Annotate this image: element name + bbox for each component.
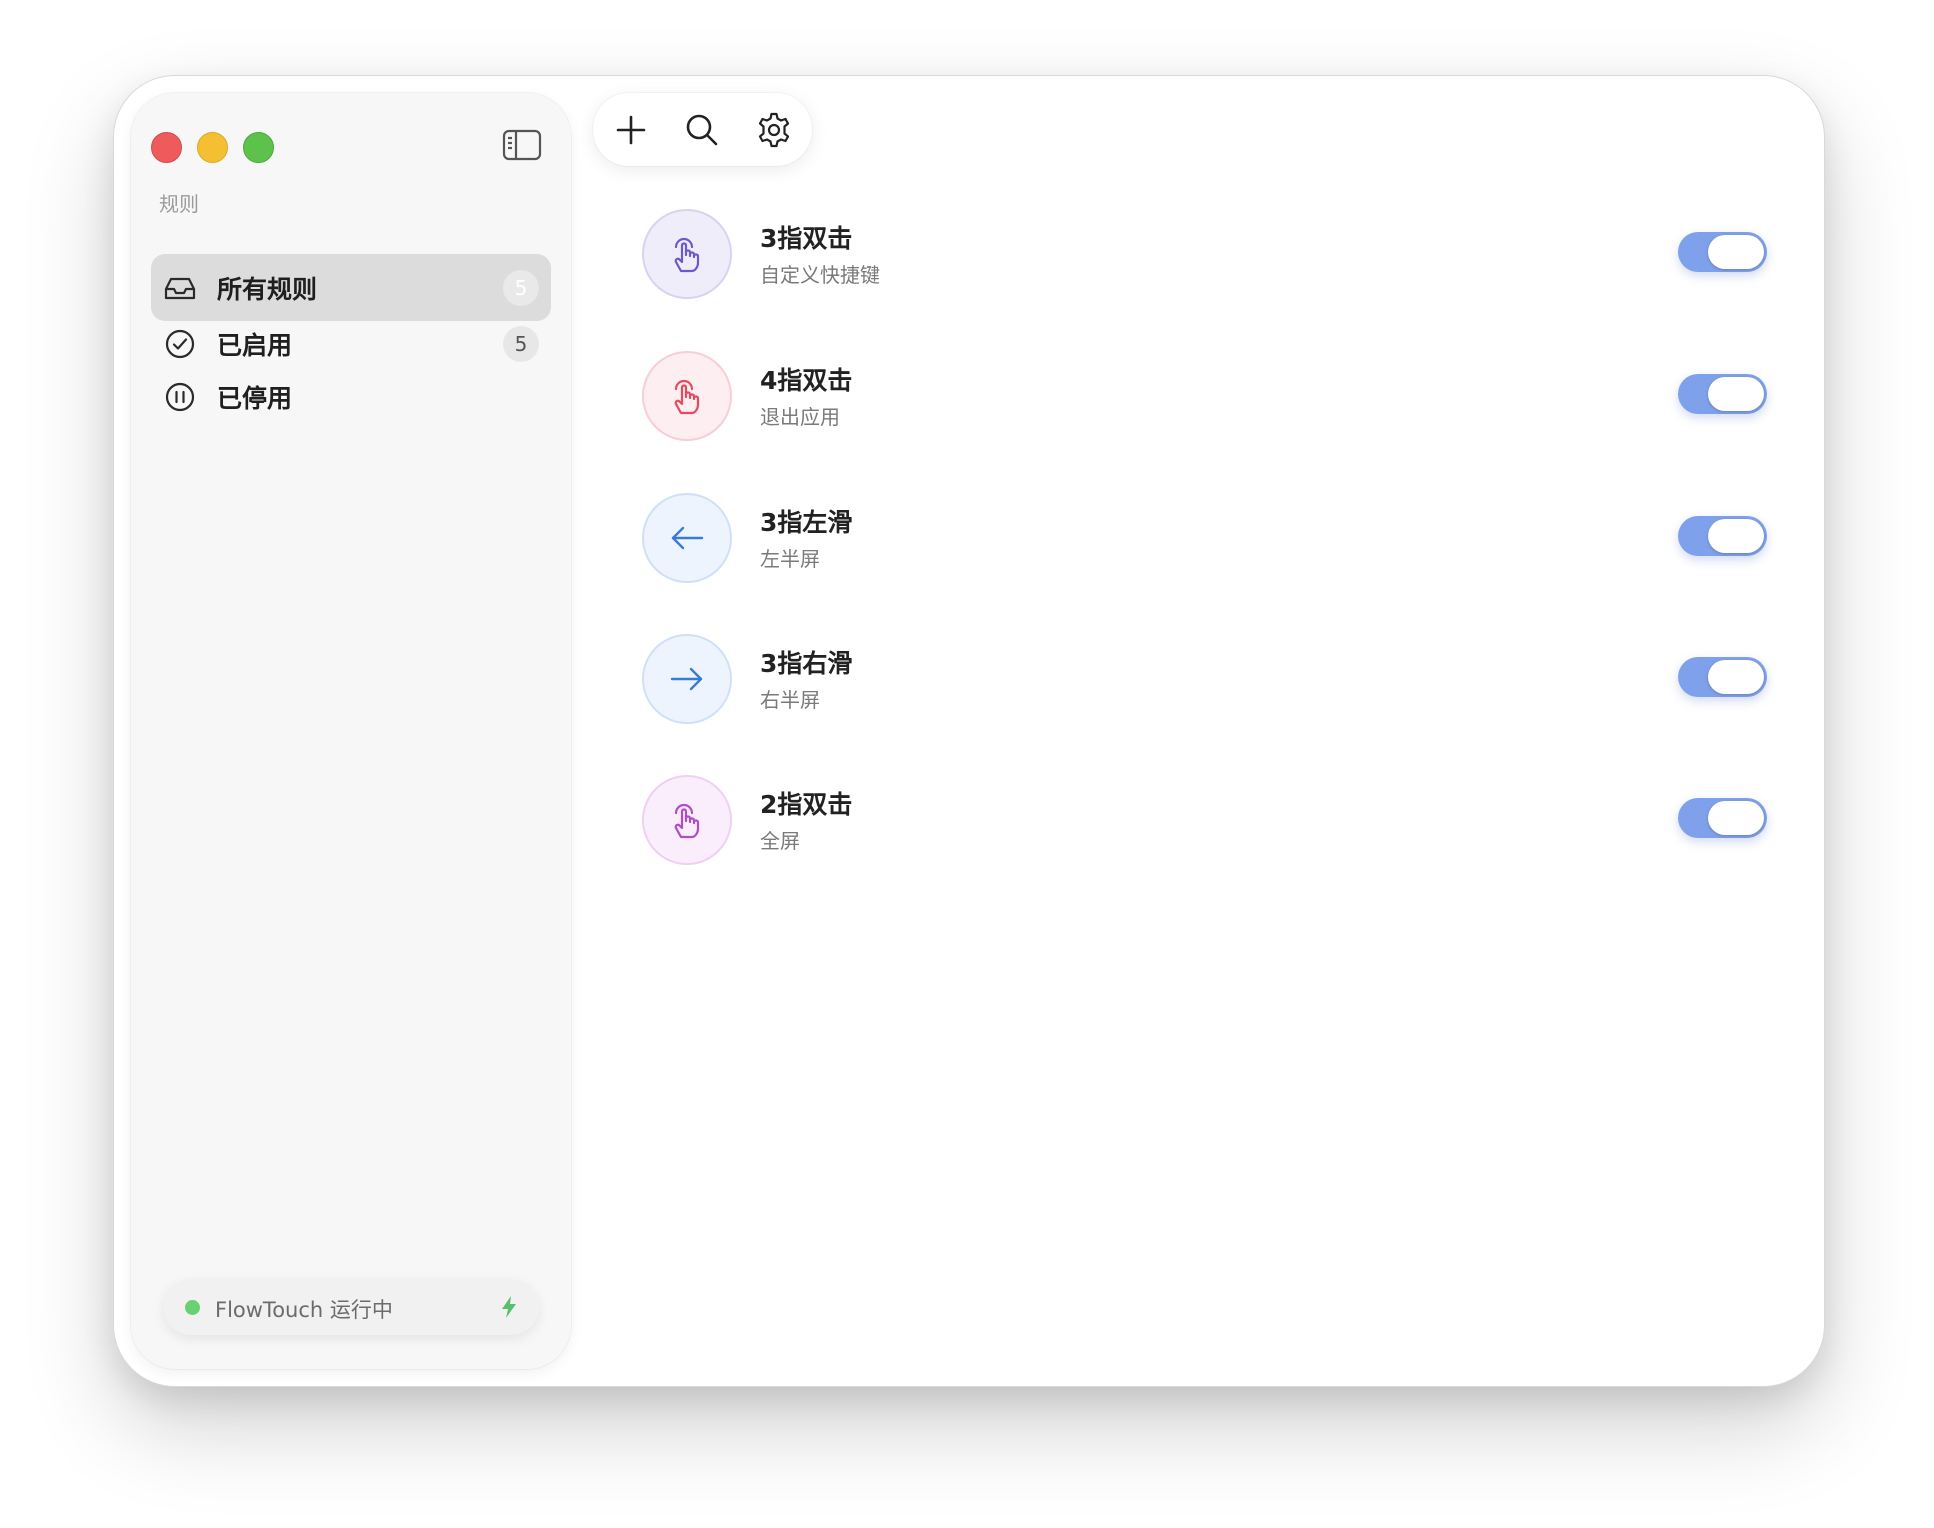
rule-row[interactable]: 3指右滑 右半屏 [642, 634, 1772, 724]
toggle-knob [1708, 801, 1764, 835]
search-icon[interactable] [683, 111, 721, 149]
rule-row[interactable]: 3指左滑 左半屏 [642, 493, 1772, 583]
rule-icon-badge [642, 493, 732, 583]
toggle-knob [1708, 519, 1764, 553]
hand-tap-icon [674, 803, 700, 839]
bolt-icon [502, 1296, 516, 1318]
rule-enable-toggle[interactable] [1678, 516, 1767, 556]
rule-title: 3指左滑 [760, 508, 853, 537]
toolbar [593, 93, 812, 166]
pause-circle-icon [165, 382, 195, 411]
rule-icon-badge [642, 209, 732, 299]
rule-title: 4指双击 [760, 366, 853, 395]
plus-icon[interactable] [612, 111, 650, 149]
rule-title: 3指双击 [760, 224, 853, 253]
rule-enable-toggle[interactable] [1678, 232, 1767, 272]
rule-subtitle: 自定义快捷键 [760, 263, 880, 287]
toggle-knob [1708, 235, 1764, 269]
status-indicator[interactable]: FlowTouch 运行中 [163, 1279, 539, 1335]
hand-tap-icon [674, 379, 700, 415]
rule-subtitle: 全屏 [760, 829, 800, 853]
section-label-rules: 规则 [159, 192, 199, 216]
rule-row[interactable]: 3指双击 自定义快捷键 [642, 209, 1772, 299]
rule-subtitle: 左半屏 [760, 547, 820, 571]
rule-subtitle: 退出应用 [760, 405, 840, 429]
count-badge: 5 [503, 269, 539, 306]
rule-enable-toggle[interactable] [1678, 798, 1767, 838]
rule-subtitle: 右半屏 [760, 688, 820, 712]
sidebar-item-label: 已停用 [217, 383, 293, 413]
sidebar-item-disabled[interactable]: 已停用 [151, 363, 551, 430]
rule-enable-toggle[interactable] [1678, 374, 1767, 414]
rule-enable-toggle[interactable] [1678, 657, 1767, 697]
toggle-knob [1708, 660, 1764, 694]
check-circle-icon [165, 329, 195, 358]
sidebar-item-label: 所有规则 [217, 274, 318, 304]
rule-icon-badge [642, 634, 732, 724]
app-window: 规则 所有规则 5 已启用 5 已停用 FlowTouch 运行中 3指双击 自… [113, 75, 1825, 1387]
minimize-window-button[interactable] [197, 132, 228, 163]
hand-tap-icon [674, 237, 700, 273]
rule-icon-badge [642, 351, 732, 441]
sidebar-toggle-icon[interactable] [502, 129, 542, 161]
status-dot [185, 1300, 200, 1315]
rule-row[interactable]: 2指双击 全屏 [642, 775, 1772, 865]
sidebar: 规则 所有规则 5 已启用 5 已停用 FlowTouch 运行中 [131, 93, 571, 1369]
close-window-button[interactable] [151, 132, 182, 163]
sidebar-item-label: 已启用 [217, 330, 293, 360]
rule-row[interactable]: 4指双击 退出应用 [642, 351, 1772, 441]
rule-icon-badge [642, 775, 732, 865]
zoom-window-button[interactable] [243, 132, 274, 163]
tray-icon [164, 277, 196, 299]
arrow-left-icon [671, 526, 704, 550]
count-badge: 5 [503, 325, 539, 362]
arrow-right-icon [670, 667, 703, 691]
rule-title: 3指右滑 [760, 649, 853, 678]
toggle-knob [1708, 377, 1764, 411]
status-text: FlowTouch 运行中 [215, 1298, 393, 1322]
gear-icon[interactable] [755, 111, 793, 149]
rule-title: 2指双击 [760, 790, 853, 819]
